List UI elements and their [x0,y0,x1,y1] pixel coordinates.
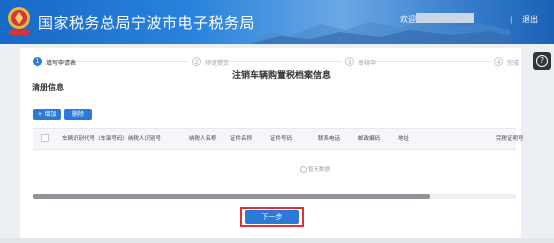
section-title: 清册信息 [32,83,64,92]
step-label: 填写申请表 [46,60,77,67]
horizontal-scrollbar-thumb[interactable] [33,194,430,199]
step-number: 3 [345,57,354,66]
column-header-phone: 联系电话 [318,136,341,142]
step-number: 1 [33,57,42,66]
site-header: 国家税务总局宁波市电子税务局 欢迎 | 退出 [0,0,554,44]
select-all-checkbox[interactable] [41,134,49,142]
help-icon: ? [536,55,548,67]
tax-bureau-emblem-icon [8,7,30,35]
step-number: 4 [494,57,503,66]
step-label: 审核中 [358,60,377,67]
column-header-taxpayer-name: 纳税人名称 [189,136,217,142]
delete-row-button[interactable]: 删除 [64,109,92,120]
logout-link[interactable]: 退出 [522,14,538,25]
page-title: 注销车辆购置税档案信息 [232,71,332,81]
step-number: 2 [192,57,201,66]
column-header-postcode: 邮政编码 [358,136,381,142]
welcome-label: 欢迎 [400,15,416,24]
step-connector [214,61,342,62]
next-step-button[interactable]: 下一步 [245,210,299,224]
header-separator: | [510,16,513,24]
column-header-address: 地址 [398,136,410,142]
step-connector [368,61,492,62]
empty-data-icon [300,166,307,173]
column-header-vin: 车辆识别代号（车架号码） [62,136,129,142]
help-button[interactable]: ? [533,52,551,70]
column-header-tax-certificate: 完税证明号 [496,136,524,142]
column-header-id-type: 证件名称 [230,136,253,142]
site-title: 国家税务总局宁波市电子税务局 [38,14,256,32]
username-redacted [416,13,474,23]
column-header-id-number: 证件号码 [270,136,293,142]
add-row-button[interactable]: + 增加 [33,109,61,120]
step-label: 预览提交 [205,60,230,67]
column-header-taxpayer-id: 纳税人识别号 [128,136,162,142]
bottom-strip [0,238,554,243]
step-label: 完成 [507,60,520,67]
empty-data-text: 暂无数据 [308,167,331,173]
